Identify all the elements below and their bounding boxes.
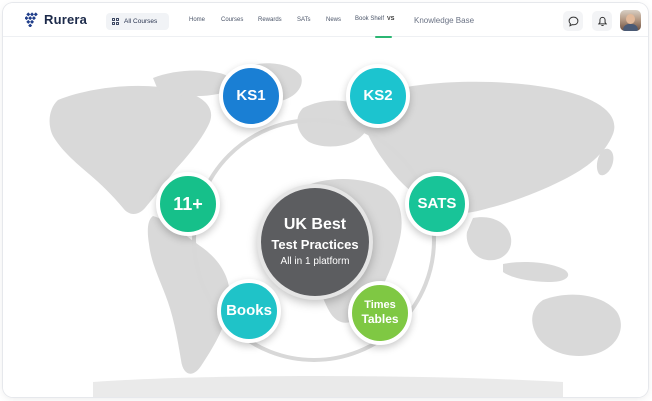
tables-label: Tables	[361, 312, 399, 326]
nav-book-shelf-label: Book Shelf	[355, 16, 385, 22]
rurera-logo-icon	[25, 12, 38, 27]
user-avatar[interactable]	[620, 10, 641, 31]
brand-logo[interactable]: Rurera	[25, 12, 87, 27]
center-headline: UK Best	[283, 216, 347, 233]
chat-button[interactable]	[563, 11, 583, 31]
ks1-node[interactable]: KS1	[219, 64, 283, 128]
nav-knowledge-base[interactable]: Knowledge Base	[414, 16, 474, 25]
nav-news[interactable]: News	[326, 17, 341, 23]
center-tagline: All in 1 platform	[280, 256, 350, 267]
ks2-label: KS2	[363, 87, 393, 104]
ks1-label: KS1	[236, 87, 266, 104]
nav-courses[interactable]: Courses	[221, 17, 243, 23]
hero-center-badge: UK Best Test Practices All in 1 platform	[257, 184, 373, 300]
nav-rewards[interactable]: Rewards	[258, 17, 282, 23]
books-node[interactable]: Books	[217, 279, 281, 343]
app-frame: Rurera All Courses Home Courses Rewards …	[3, 3, 648, 397]
nav-sats[interactable]: SATs	[297, 17, 311, 23]
eleven-plus-node[interactable]: 11+	[156, 172, 220, 236]
hero-section: UK Best Test Practices All in 1 platform…	[3, 38, 648, 397]
eleven-plus-label: 11+	[173, 194, 203, 214]
book-shelf-badge: VS	[387, 16, 395, 22]
nav-home[interactable]: Home	[189, 17, 205, 23]
notifications-button[interactable]	[592, 11, 612, 31]
chat-icon	[568, 16, 578, 27]
ks2-node[interactable]: KS2	[346, 64, 410, 128]
all-courses-button[interactable]: All Courses	[106, 13, 169, 30]
grid-icon	[112, 18, 119, 25]
nav-book-shelf[interactable]: Book Shelf VS	[355, 16, 394, 22]
bell-icon	[597, 16, 607, 26]
brand-name: Rurera	[44, 12, 88, 27]
all-courses-label: All Courses	[124, 18, 158, 25]
books-label: Books	[226, 302, 272, 319]
sats-label: SATS	[417, 195, 457, 212]
top-header: Rurera All Courses Home Courses Rewards …	[3, 3, 648, 38]
center-subheadline: Test Practices	[271, 237, 359, 252]
times-tables-node[interactable]: Times Tables	[348, 281, 412, 345]
sats-node[interactable]: SATS	[405, 172, 469, 236]
times-label: Times	[364, 299, 396, 311]
